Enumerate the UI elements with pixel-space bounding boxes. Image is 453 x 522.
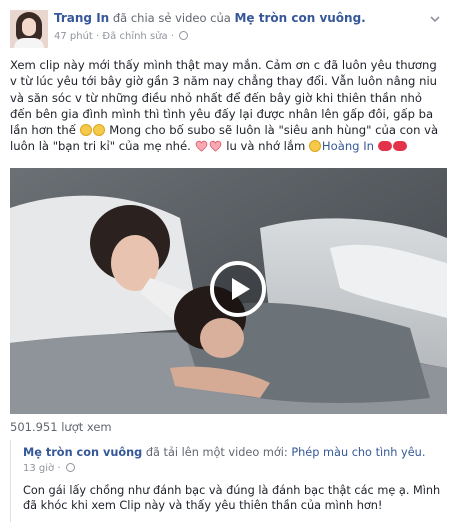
source-page-link[interactable]: Mẹ tròn con vuông. xyxy=(234,11,365,25)
shared-page-link[interactable]: Mẹ tròn con vuông xyxy=(23,446,142,459)
author-link[interactable]: Trang In xyxy=(54,11,109,25)
shared-meta-separator: · xyxy=(57,463,61,474)
shared-video-title-link[interactable]: Phép màu cho tình yêu. xyxy=(291,446,425,459)
lips-icon-2 xyxy=(392,141,407,152)
post-caption: Xem clip này mới thấy mình thật may mắn.… xyxy=(10,57,443,155)
globe-icon xyxy=(179,31,189,40)
shared-action-text: đã tải lên một video mới: xyxy=(145,446,288,459)
video-player[interactable] xyxy=(10,168,447,414)
chevron-down-icon[interactable] xyxy=(430,14,440,24)
tear-smile-emoji-icon xyxy=(79,124,92,137)
avatar[interactable] xyxy=(10,10,48,48)
edited-label[interactable]: Đã chỉnh sửa xyxy=(102,31,167,42)
share-action-text: đã chia sẻ video của xyxy=(112,11,231,25)
shared-text: Con gái lấy chồng như đánh bạc và đúng l… xyxy=(23,484,441,512)
play-button[interactable] xyxy=(210,261,266,317)
heart-icon-2 xyxy=(209,140,222,152)
post-meta: 47 phút · Đã chỉnh sửa · xyxy=(54,31,190,42)
tear-smile-emoji-icon-2 xyxy=(92,124,105,137)
post-header: Trang In đã chia sẻ video của Mẹ tròn co… xyxy=(10,10,440,50)
post-time[interactable]: 47 phút xyxy=(54,31,93,42)
post-title: Trang In đã chia sẻ video của Mẹ tròn co… xyxy=(54,11,366,25)
view-count: 501.951 lượt xem xyxy=(10,420,112,434)
shared-original-post: Mẹ tròn con vuông đã tải lên một video m… xyxy=(10,440,447,522)
post-card: Trang In đã chia sẻ video của Mẹ tròn co… xyxy=(0,0,453,522)
meta-separator-2: · xyxy=(170,31,174,42)
mention-link[interactable]: Hoàng In xyxy=(322,139,374,153)
heart-icon xyxy=(195,140,208,152)
shared-title: Mẹ tròn con vuông đã tải lên một video m… xyxy=(23,446,425,459)
shared-meta: 13 giờ · xyxy=(23,463,75,474)
meta-separator: · xyxy=(96,31,100,42)
shared-globe-icon xyxy=(65,463,75,472)
crying-emoji-icon xyxy=(308,140,321,153)
shared-time[interactable]: 13 giờ xyxy=(23,463,54,474)
lips-icon xyxy=(377,141,392,152)
caption-text-3: lu và nhớ lắm xyxy=(226,139,309,154)
play-icon xyxy=(232,278,250,300)
